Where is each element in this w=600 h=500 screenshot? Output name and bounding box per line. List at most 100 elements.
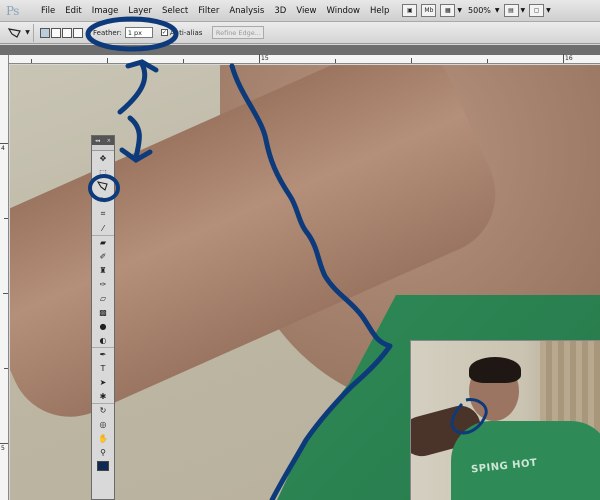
path-selection-tool[interactable]: ➤ [92,375,114,389]
collapse-icon[interactable]: ◂◂ [95,138,100,144]
feather-label: Feather: [93,28,122,37]
antialias-checkbox[interactable]: ✓ [160,29,168,36]
marquee-icon: ⬚ [99,167,107,177]
photoshop-logo: Ps [6,3,19,18]
history-brush-icon: ✑ [99,279,107,289]
lasso-tool[interactable] [92,179,114,193]
hand-tool[interactable]: ✋ [92,431,114,445]
grid-icon: ▦ [445,7,451,14]
arrange-documents-button[interactable]: ▤ [503,4,519,17]
menu-bar: Ps File Edit Image Layer Select Filter A… [0,0,600,22]
ruler-tick [335,59,336,63]
clone-stamp-tool[interactable]: ♜ [92,263,114,277]
brush-tool[interactable]: ✐ [92,249,114,263]
marquee-tool[interactable]: ⬚ [92,165,114,179]
close-icon[interactable]: × [107,138,111,144]
eyedropper-icon: ⁄ [102,223,104,233]
history-brush-tool[interactable]: ✑ [92,277,114,291]
pen-tool[interactable]: ✒ [92,347,114,361]
document-tab-gap [0,45,600,55]
app-bar-controls: ▣ Mb ▦ ▼ 500% ▼ ▤ ▼ ▢ ▼ [402,4,551,17]
healing-brush-tool[interactable]: ▰ [92,235,114,249]
bridge-icon: ▣ [407,7,413,14]
ruler-label-16: 16 [565,55,573,62]
crop-icon: ⌗ [100,209,106,218]
menu-view[interactable]: View [291,6,321,16]
screen-mode-icon: ▢ [533,7,540,14]
ruler-tick [107,58,108,63]
shape-icon: ✱ [99,391,107,401]
mini-bridge-button[interactable]: Mb [421,4,437,17]
blur-tool[interactable]: ● [92,319,114,333]
dodge-tool[interactable]: ◐ [92,333,114,347]
eyedropper-tool[interactable]: ⁄ [92,221,114,235]
foreground-color-swatch[interactable] [97,461,109,471]
droplet-icon: ● [99,321,107,331]
move-icon: ✥ [99,153,107,163]
zoom-tool[interactable]: ⚲ [92,445,114,459]
feather-input[interactable]: 1 px [124,27,153,38]
3d-rotate-tool[interactable]: ↻ [92,403,114,417]
shape-tool[interactable]: ✱ [92,389,114,403]
ruler-tick [0,443,8,444]
menu-analysis[interactable]: Analysis [224,6,269,16]
gradient-tool[interactable]: ▩ [92,305,114,319]
brush-icon: ✐ [99,251,107,261]
menu-window[interactable]: Window [321,6,365,16]
hand-icon: ✋ [98,433,108,443]
ruler-tick [259,54,260,63]
menu-3d[interactable]: 3D [269,6,291,16]
bridge-button[interactable]: ▣ [402,4,418,17]
polygonal-lasso-icon [97,181,108,191]
subtract-from-selection-button[interactable] [62,27,72,38]
eraser-icon: ▱ [99,293,107,303]
new-selection-button[interactable] [40,27,50,38]
view-extras-button[interactable]: ▦ [440,4,456,17]
quick-selection-tool[interactable]: ✎ [92,193,114,207]
chevron-down-icon: ▼ [25,29,30,36]
magnifier-icon: ⚲ [100,447,106,457]
inset-hair [469,357,521,383]
3d-orbit-icon: ◎ [99,419,107,429]
3d-orbit-tool[interactable]: ◎ [92,417,114,431]
photoshop-window: Ps File Edit Image Layer Select Filter A… [0,0,600,500]
chevron-down-icon[interactable]: ▼ [457,7,462,14]
zoom-level[interactable]: 500% [466,6,493,15]
ruler-label-4: 4 [1,145,5,152]
ruler-tick [411,58,412,63]
add-to-selection-button[interactable] [51,27,61,38]
tools-panel-header[interactable]: ◂◂ × [92,136,114,145]
chevron-down-icon[interactable]: ▼ [495,7,500,14]
vertical-ruler[interactable]: 4 5 [0,55,9,500]
arrange-icon: ▤ [508,7,514,14]
chevron-down-icon[interactable]: ▼ [521,7,526,14]
menu-select[interactable]: Select [157,6,193,16]
intersect-selection-button[interactable] [73,27,83,38]
menu-image[interactable]: Image [87,6,124,16]
ruler-tick [31,59,32,63]
ruler-tick [3,293,8,294]
refine-edge-button[interactable]: Refine Edge... [212,26,265,39]
tool-preset-picker[interactable]: ▼ [4,23,34,42]
menu-edit[interactable]: Edit [60,6,86,16]
screen-mode-button[interactable]: ▢ [529,4,545,17]
menu-filter[interactable]: Filter [193,6,224,16]
options-bar: ▼ Feather: 1 px ✓ Anti-alias Refine Edge… [0,22,600,44]
move-tool[interactable]: ✥ [92,151,114,165]
selection-modes [40,27,83,38]
ruler-tick [4,218,8,219]
ruler-tick [563,54,564,63]
horizontal-ruler[interactable]: 15 16 [9,54,600,64]
type-tool[interactable]: T [92,361,114,375]
crop-tool[interactable]: ⌗ [92,207,114,221]
ruler-tick [183,59,184,63]
chevron-down-icon[interactable]: ▼ [546,7,551,14]
arrow-icon: ➤ [99,377,107,387]
gradient-icon: ▩ [99,307,107,317]
menu-help[interactable]: Help [365,6,394,16]
menu-layer[interactable]: Layer [123,6,157,16]
pen-icon: ✒ [99,350,107,359]
eraser-tool[interactable]: ▱ [92,291,114,305]
ruler-tick [487,59,488,63]
menu-file[interactable]: File [36,6,60,16]
